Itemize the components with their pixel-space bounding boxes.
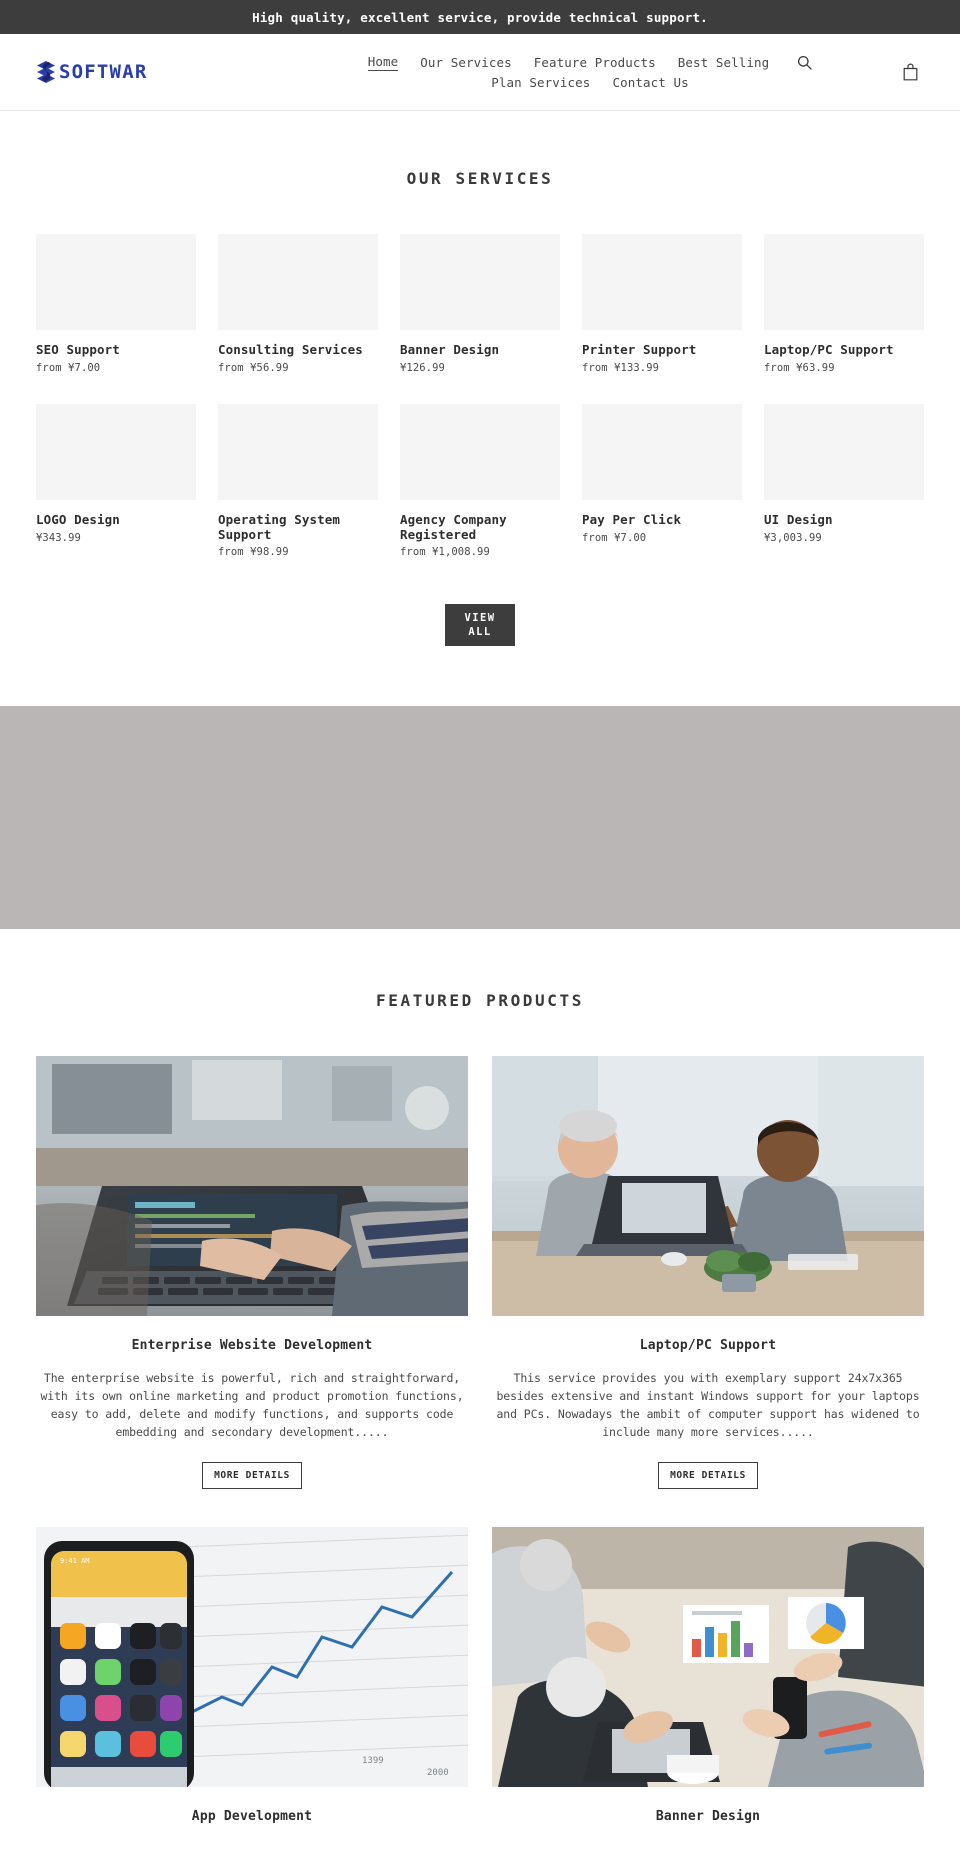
more-details-button[interactable]: MORE DETAILS xyxy=(202,1461,302,1489)
featured-product-card[interactable]: Enterprise Website Development The enter… xyxy=(36,1056,468,1489)
featured-products-grid: Enterprise Website Development The enter… xyxy=(36,1056,924,1824)
svg-text:1399: 1399 xyxy=(362,1756,384,1766)
nav-item-best-selling[interactable]: Best Selling xyxy=(678,55,770,70)
service-price: from ¥1,008.99 xyxy=(400,546,490,559)
service-title: LOGO Design xyxy=(36,511,120,527)
view-all-wrapper: VIEW ALL xyxy=(36,558,924,706)
service-title: SEO Support xyxy=(36,342,120,357)
featured-product-card[interactable]: Laptop/PC Support This service provides … xyxy=(492,1056,924,1489)
service-card[interactable]: Printer Support from ¥133.99 xyxy=(582,234,742,374)
svg-text:2000: 2000 xyxy=(427,1768,449,1778)
featured-product-title: Banner Design xyxy=(655,1808,761,1824)
featured-product-card[interactable]: Banner Design xyxy=(492,1526,924,1824)
service-card[interactable]: SEO Support from ¥7.00 xyxy=(36,234,196,374)
service-title: Banner Design xyxy=(400,342,500,357)
service-price: ¥3,003.99 xyxy=(764,531,822,544)
announcement-text: High quality, excellent service, provide… xyxy=(252,9,708,25)
nav-item-our-services[interactable]: Our Services xyxy=(420,55,512,70)
our-services-title: OUR SERVICES xyxy=(406,169,554,188)
service-price: ¥343.99 xyxy=(36,531,81,544)
featured-product-card[interactable]: 1399 2000 9:41 AM App Development xyxy=(36,1526,468,1824)
service-title: UI Design xyxy=(764,511,833,527)
service-price: from ¥56.99 xyxy=(218,361,289,374)
service-thumbnail xyxy=(36,403,196,500)
service-thumbnail xyxy=(582,403,742,500)
service-card[interactable]: Agency Company Registered from ¥1,008.99 xyxy=(400,403,560,559)
service-title: Laptop/PC Support xyxy=(764,342,894,357)
service-card[interactable]: Banner Design ¥126.99 xyxy=(400,234,560,374)
service-card[interactable]: Laptop/PC Support from ¥63.99 xyxy=(764,234,924,374)
service-price: from ¥133.99 xyxy=(582,361,660,374)
service-price: from ¥7.00 xyxy=(582,531,647,544)
search-button[interactable] xyxy=(791,55,812,70)
main-navigation: Home Our Services Feature Products Best … xyxy=(256,54,924,90)
services-grid: SEO Support from ¥7.00 Consulting Servic… xyxy=(36,234,924,558)
service-thumbnail xyxy=(582,234,742,330)
hero-banner xyxy=(0,706,960,930)
featured-product-image xyxy=(492,1526,924,1787)
service-thumbnail xyxy=(764,234,924,330)
logo-s-icon xyxy=(37,61,55,83)
service-title: Consulting Services xyxy=(218,342,363,357)
service-card[interactable]: LOGO Design ¥343.99 xyxy=(36,403,196,559)
smartphone-chart-photo: 1399 2000 9:41 AM xyxy=(36,1526,468,1787)
service-price: from ¥63.99 xyxy=(764,361,835,374)
laptop-typing-photo xyxy=(36,1056,468,1317)
nav-item-contact-us[interactable]: Contact Us xyxy=(612,75,688,90)
logo-text: SOFTWAR xyxy=(59,61,148,83)
site-header: SOFTWAR Home Our Services Feature Produc… xyxy=(0,34,960,111)
featured-product-image: 1399 2000 9:41 AM xyxy=(36,1526,468,1787)
featured-product-image xyxy=(492,1056,924,1317)
service-card[interactable]: Consulting Services from ¥56.99 xyxy=(218,234,378,374)
two-men-laptop-photo xyxy=(492,1056,924,1317)
more-details-button[interactable]: MORE DETAILS xyxy=(658,1461,758,1489)
featured-product-title: Enterprise Website Development xyxy=(131,1338,373,1354)
nav-item-plan-services[interactable]: Plan Services xyxy=(491,75,590,90)
service-thumbnail xyxy=(36,234,196,330)
service-thumbnail xyxy=(218,234,378,330)
service-title: Printer Support xyxy=(582,342,697,357)
service-card[interactable]: Pay Per Click from ¥7.00 xyxy=(582,403,742,559)
service-title: Pay Per Click xyxy=(582,511,682,527)
service-title: Operating System Support xyxy=(218,511,341,542)
svg-text:9:41 AM: 9:41 AM xyxy=(60,1557,90,1565)
nav-row-secondary: Plan Services Contact Us xyxy=(491,75,688,90)
search-icon xyxy=(798,55,812,70)
service-thumbnail xyxy=(764,403,924,500)
featured-product-image xyxy=(36,1056,468,1317)
team-desk-photo xyxy=(492,1526,924,1787)
shopping-bag-icon xyxy=(903,63,918,81)
featured-product-description: This service provides you with exemplary… xyxy=(496,1371,920,1439)
service-thumbnail xyxy=(400,403,560,500)
service-thumbnail xyxy=(400,234,560,330)
service-price: from ¥98.99 xyxy=(218,546,289,559)
nav-item-home[interactable]: Home xyxy=(367,54,399,71)
service-card[interactable]: Operating System Support from ¥98.99 xyxy=(218,403,378,559)
view-all-button[interactable]: VIEW ALL xyxy=(445,604,515,647)
service-price: from ¥7.00 xyxy=(36,361,101,374)
service-price: ¥126.99 xyxy=(400,361,445,374)
featured-products-section: FEATURED PRODUCTS Enterprise Website Dev… xyxy=(0,929,960,1824)
service-card[interactable]: UI Design ¥3,003.99 xyxy=(764,403,924,559)
view-all-label-line1: VIEW xyxy=(464,612,496,625)
featured-products-title: FEATURED PRODUCTS xyxy=(376,991,584,1011)
announcement-bar: High quality, excellent service, provide… xyxy=(0,0,960,34)
cart-button[interactable] xyxy=(903,63,918,81)
nav-row-primary: Home Our Services Feature Products Best … xyxy=(367,54,813,71)
site-logo[interactable]: SOFTWAR xyxy=(36,61,256,83)
featured-product-description: The enterprise website is powerful, rich… xyxy=(40,1371,464,1439)
featured-product-title: App Development xyxy=(191,1808,313,1824)
service-title: Agency Company Registered xyxy=(400,511,507,542)
service-thumbnail xyxy=(218,403,378,500)
featured-product-title: Laptop/PC Support xyxy=(639,1338,777,1354)
nav-item-feature-products[interactable]: Feature Products xyxy=(534,55,656,70)
our-services-section: OUR SERVICES SEO Support from ¥7.00 Cons… xyxy=(0,111,960,706)
view-all-label-line2: ALL xyxy=(468,626,492,639)
